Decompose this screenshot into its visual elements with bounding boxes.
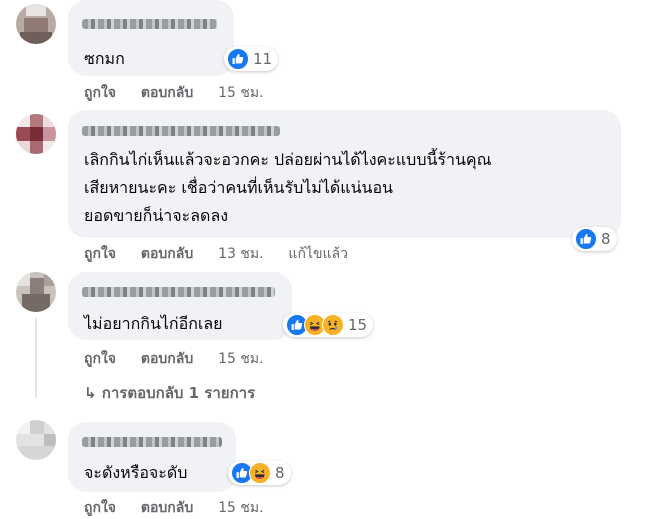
sad-icon (322, 314, 344, 336)
edited-label[interactable]: แก้ไขแล้ว (288, 246, 348, 262)
comment-text: ซกมก (84, 49, 125, 68)
like-link[interactable]: ถูกใจ (84, 500, 116, 516)
avatar[interactable] (16, 114, 56, 154)
comment-text: ไม่อยากกินไก่อีกเลย (84, 314, 223, 333)
like-icon (575, 228, 597, 250)
timestamp[interactable]: 13 ชม. (218, 246, 263, 262)
avatar[interactable] (16, 272, 56, 312)
reaction-summary[interactable]: 8 (228, 461, 291, 485)
reply-link[interactable]: ตอบกลับ (141, 351, 193, 367)
like-link[interactable]: ถูกใจ (84, 351, 116, 367)
comment-actions: ถูกใจ ตอบกลับ 15 ชม. (84, 82, 284, 104)
timestamp[interactable]: 15 ชม. (218, 351, 263, 367)
author-name[interactable] (82, 19, 217, 29)
author-name[interactable] (82, 437, 222, 447)
comment-actions: ถูกใจ ตอบกลับ 15 ชม. (84, 497, 284, 519)
view-replies-link[interactable]: ↳ การตอบกลับ 1 รายการ (84, 381, 255, 405)
timestamp[interactable]: 15 ชม. (218, 85, 263, 101)
comment-text-line-2: เสียหายนะคะ เชื่อว่าคนที่เห็นรับไม่ได้แน… (84, 178, 393, 197)
haha-icon (249, 462, 271, 484)
comment-actions: ถูกใจ ตอบกลับ 15 ชม. (84, 348, 284, 370)
reply-link[interactable]: ตอบกลับ (141, 246, 193, 262)
comment-text-line-3: ยอดขายก็น่าจะลดลง (84, 206, 229, 225)
reaction-count: 15 (348, 316, 368, 334)
author-name[interactable] (82, 126, 280, 136)
like-icon (227, 48, 249, 70)
comment-actions: ถูกใจ ตอบกลับ 13 ชม. แก้ไขแล้ว (84, 243, 368, 265)
timestamp[interactable]: 15 ชม. (218, 500, 263, 516)
comment-text-line-1: เลิกกินไก่เห็นแล้วจะอวกคะ ปล่อยผ่านได้ไง… (84, 150, 492, 169)
reaction-count: 8 (601, 230, 611, 248)
avatar[interactable] (16, 420, 56, 460)
reaction-count: 8 (275, 464, 285, 482)
reaction-count: 11 (253, 50, 273, 68)
reaction-summary[interactable]: 8 (572, 227, 617, 251)
avatar[interactable] (16, 4, 56, 44)
reply-link[interactable]: ตอบกลับ (141, 500, 193, 516)
thread-line (35, 318, 37, 398)
like-link[interactable]: ถูกใจ (84, 85, 116, 101)
reply-link[interactable]: ตอบกลับ (141, 85, 193, 101)
reaction-summary[interactable]: 11 (224, 47, 279, 71)
reaction-summary[interactable]: 15 (283, 313, 374, 337)
author-name[interactable] (82, 287, 275, 297)
like-link[interactable]: ถูกใจ (84, 246, 116, 262)
comment-text: จะดังหรือจะดับ (84, 463, 188, 482)
